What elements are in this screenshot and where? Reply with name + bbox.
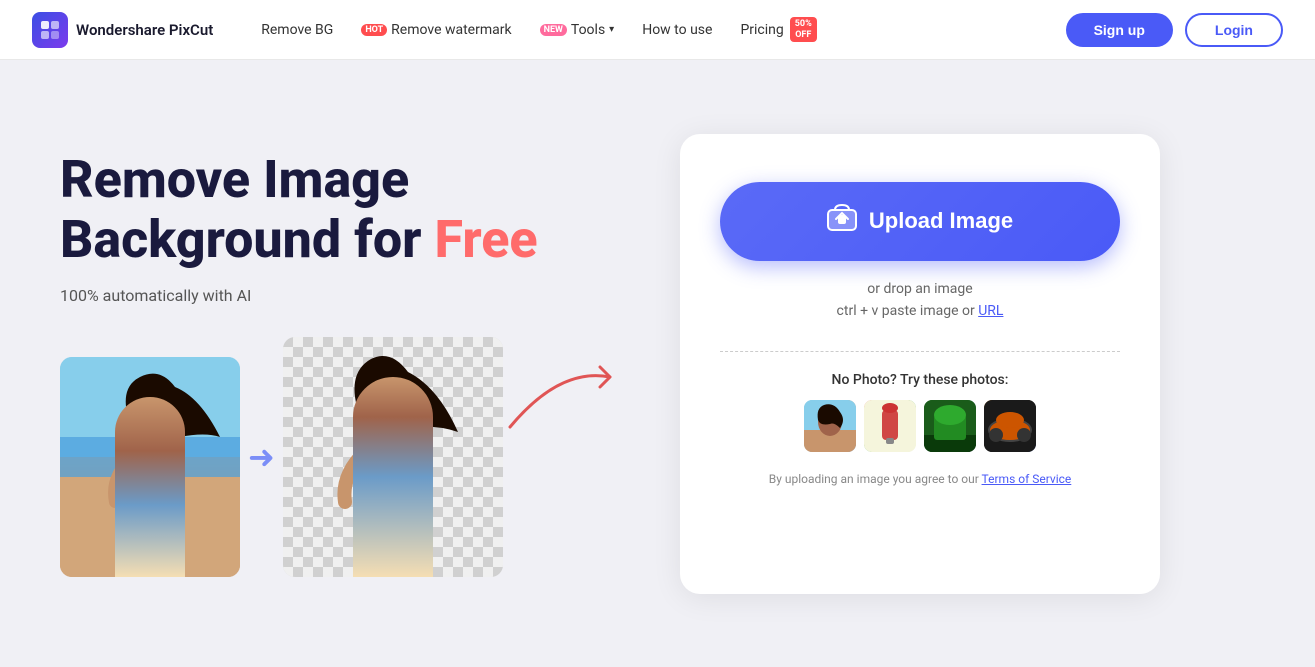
sample-photo-1[interactable]: [804, 400, 856, 452]
curved-arrow-decoration: [500, 357, 620, 437]
chevron-down-icon: ▾: [609, 24, 614, 35]
url-link[interactable]: URL: [978, 303, 1003, 319]
paste-text: ctrl + v paste image or URL: [837, 303, 1004, 319]
hot-badge: HOT: [361, 24, 387, 36]
sample-photo-2[interactable]: [864, 400, 916, 452]
hero-title: Remove Image Background for Free: [60, 150, 640, 270]
hero-subtitle: 100% automatically with AI: [60, 286, 640, 305]
upload-image-button[interactable]: Upload Image: [720, 182, 1120, 261]
terms-text: By uploading an image you agree to our T…: [769, 472, 1072, 486]
no-photo-text: No Photo? Try these photos:: [832, 372, 1009, 388]
drop-text: or drop an image: [867, 281, 972, 297]
signup-button[interactable]: Sign up: [1066, 13, 1173, 47]
nav-actions: Sign up Login: [1066, 13, 1283, 47]
divider: [720, 351, 1120, 352]
nav-remove-bg[interactable]: Remove BG: [261, 22, 333, 38]
nav-remove-watermark[interactable]: HOT Remove watermark: [361, 22, 511, 38]
login-button[interactable]: Login: [1185, 13, 1283, 47]
terms-link[interactable]: Terms of Service: [982, 472, 1072, 486]
hero-left: Remove Image Background for Free 100% au…: [60, 150, 640, 577]
upload-panel: Upload Image or drop an image ctrl + v p…: [680, 134, 1160, 594]
arrow-right-icon: ➜: [248, 438, 275, 476]
logo[interactable]: Wondershare PixCut: [32, 12, 213, 48]
nav-tools[interactable]: NEW Tools ▾: [540, 22, 615, 38]
logo-text: Wondershare PixCut: [76, 21, 213, 39]
new-badge: NEW: [540, 24, 567, 36]
upload-icon: [827, 204, 857, 239]
sample-photo-4[interactable]: [984, 400, 1036, 452]
pricing-discount-badge: 50% OFF: [790, 17, 817, 43]
demo-area: ➜: [60, 337, 640, 577]
nav-links: Remove BG HOT Remove watermark NEW Tools…: [261, 17, 1033, 43]
nav-how-to-use[interactable]: How to use: [642, 22, 712, 38]
hero-section: Remove Image Background for Free 100% au…: [0, 60, 1315, 667]
sample-photo-3[interactable]: [924, 400, 976, 452]
nav-pricing[interactable]: Pricing 50% OFF: [740, 17, 816, 43]
logo-icon: [32, 12, 68, 48]
navbar: Wondershare PixCut Remove BG HOT Remove …: [0, 0, 1315, 60]
demo-processed-image: [283, 337, 503, 577]
sample-photos: [804, 400, 1036, 452]
demo-original-image: [60, 357, 240, 577]
